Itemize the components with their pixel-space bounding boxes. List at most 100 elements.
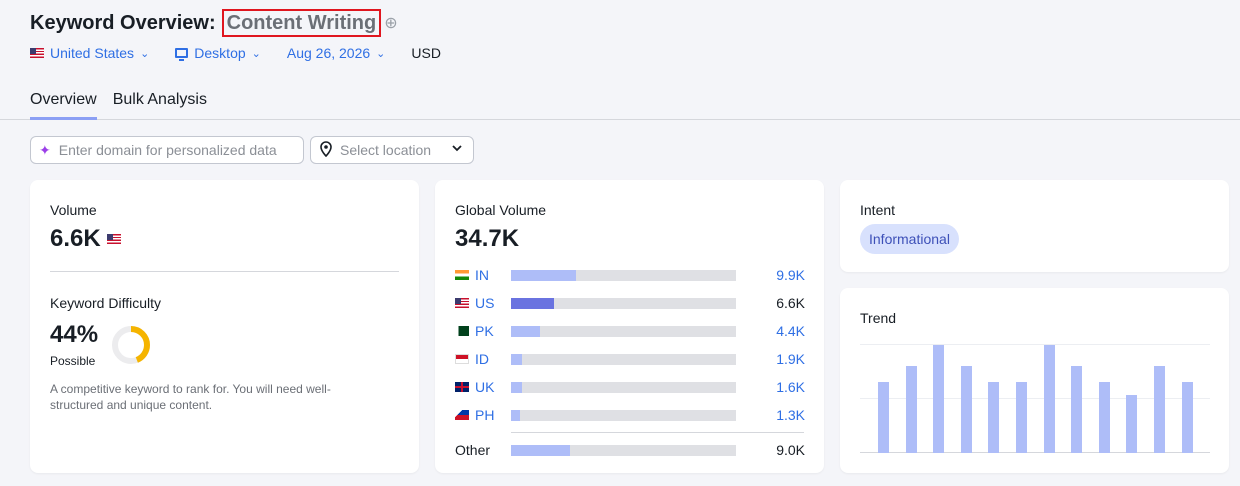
trend-bar[interactable] [1098,381,1110,453]
keyword-difficulty-label: Keyword Difficulty [50,295,162,311]
trend-bar[interactable] [960,365,972,453]
trend-gridline [860,344,1210,345]
intent-card: Intent Informational [840,180,1229,272]
trend-chart [860,344,1210,453]
country-row-other: Other 9.0K [455,442,805,458]
country-filter-label: United States [50,45,135,61]
volume-bar-track [511,353,736,365]
volume-number: 6.6K [50,225,101,252]
chevron-down-icon: ⌄ [376,47,386,60]
country-code: ID [475,351,489,367]
volume-bar-fill [511,297,554,309]
keyword-difficulty-rating: Possible [50,354,96,368]
country-code: IN [475,267,489,283]
trend-bar[interactable] [1071,365,1083,453]
trend-bar[interactable] [988,381,1000,453]
volume-bar-track [511,269,736,281]
device-filter-label: Desktop [194,45,246,61]
trend-bar[interactable] [933,345,945,453]
intent-badge[interactable]: Informational [860,224,959,254]
volume-bar-track [511,297,736,309]
date-filter[interactable]: Aug 26, 2026 ⌄ [287,45,386,61]
trend-bar[interactable] [878,381,889,453]
uk-flag-icon [455,382,469,392]
chevron-down-icon: ⌄ [140,47,150,60]
country-code: PK [475,323,494,339]
indonesia-flag-icon [455,354,469,364]
volume-bar-fill [511,444,570,456]
pakistan-flag-icon [455,326,469,336]
page-title-label: Keyword Overview: [30,11,216,34]
domain-input-placeholder: Enter domain for personalized data [58,142,277,158]
country-code: US [475,295,495,311]
volume-bar-fill [511,409,520,421]
country-row-ph[interactable]: PH 1.3K [455,407,805,423]
location-select-placeholder: Select location [340,142,432,158]
trend-bar[interactable] [1154,365,1165,453]
country-code: PH [475,407,495,423]
location-pin-icon [320,140,332,160]
country-volume: 1.9K [776,351,805,367]
keyword-name: Content Writing [221,9,382,37]
intent-label: Intent [860,202,896,218]
global-volume-card: Global Volume 34.7K IN 9.9K US 6.6K PK 4… [435,180,824,473]
keyword-difficulty-note: A competitive keyword to rank for. You w… [50,382,331,412]
trend-bar[interactable] [1126,394,1138,453]
global-volume-label: Global Volume [455,202,547,218]
location-select[interactable]: Select location [310,136,474,164]
chevron-down-icon [451,142,463,157]
chevron-down-icon: ⌄ [251,47,261,60]
trend-bar[interactable] [1043,345,1055,453]
country-row-pk[interactable]: PK 4.4K [455,323,805,339]
country-row-in[interactable]: IN 9.9K [455,267,805,283]
trend-label: Trend [860,310,897,326]
currency-label: USD [411,45,441,61]
philippines-flag-icon [455,410,469,420]
country-filter[interactable]: United States ⌄ [30,45,149,61]
country-row-us[interactable]: US 6.6K [455,295,805,311]
volume-bar-fill [511,325,541,337]
monitor-icon [175,48,189,61]
volume-bar-track [511,381,736,393]
filter-bar: United States ⌄ Desktop ⌄ Aug 26, 2026 ⌄… [30,44,441,62]
volume-card: Volume 6.6K Keyword Difficulty 44% Possi… [30,180,419,473]
keyword-difficulty-value: 44% [50,321,99,348]
country-volume: 9.9K [776,267,805,283]
tab-bulk-analysis[interactable]: Bulk Analysis [113,80,207,120]
global-volume-total: 34.7K [455,225,520,252]
page-title: Keyword Overview: Content Writing ⊕ [30,9,398,37]
us-flag-icon [106,234,121,244]
country-code: UK [475,379,495,395]
add-circle-icon[interactable]: ⊕ [384,13,397,33]
tab-bar: Overview Bulk Analysis [0,80,1240,120]
date-filter-label: Aug 26, 2026 [286,45,371,61]
country-volume: 1.6K [776,379,805,395]
volume-bar-fill [511,353,523,365]
country-row-uk[interactable]: UK 1.6K [455,379,805,395]
trend-card: Trend [840,288,1229,473]
us-flag-icon [455,298,469,308]
tab-overview[interactable]: Overview [30,80,97,120]
us-flag-icon [30,48,44,58]
trend-bar[interactable] [905,365,917,453]
volume-bar-track [511,409,736,421]
country-row-id[interactable]: ID 1.9K [455,351,805,367]
trend-bar[interactable] [1181,381,1193,453]
trend-bar[interactable] [1016,381,1027,453]
volume-bar-track [511,325,736,337]
other-volume: 9.0K [776,442,805,458]
divider [511,432,804,433]
volume-value: 6.6K [50,225,127,253]
volume-label: Volume [50,202,97,218]
volume-bar-fill [511,381,523,393]
keyword-difficulty-gauge [112,326,150,364]
other-label: Other [455,442,491,458]
country-volume: 1.3K [776,407,805,423]
country-volume: 6.6K [776,295,805,311]
device-filter[interactable]: Desktop ⌄ [175,45,261,61]
domain-input[interactable]: ✦ Enter domain for personalized data [30,136,304,164]
sparkle-icon: ✦ [39,141,51,158]
volume-bar-fill [511,269,577,281]
india-flag-icon [455,270,469,280]
divider [50,271,399,272]
